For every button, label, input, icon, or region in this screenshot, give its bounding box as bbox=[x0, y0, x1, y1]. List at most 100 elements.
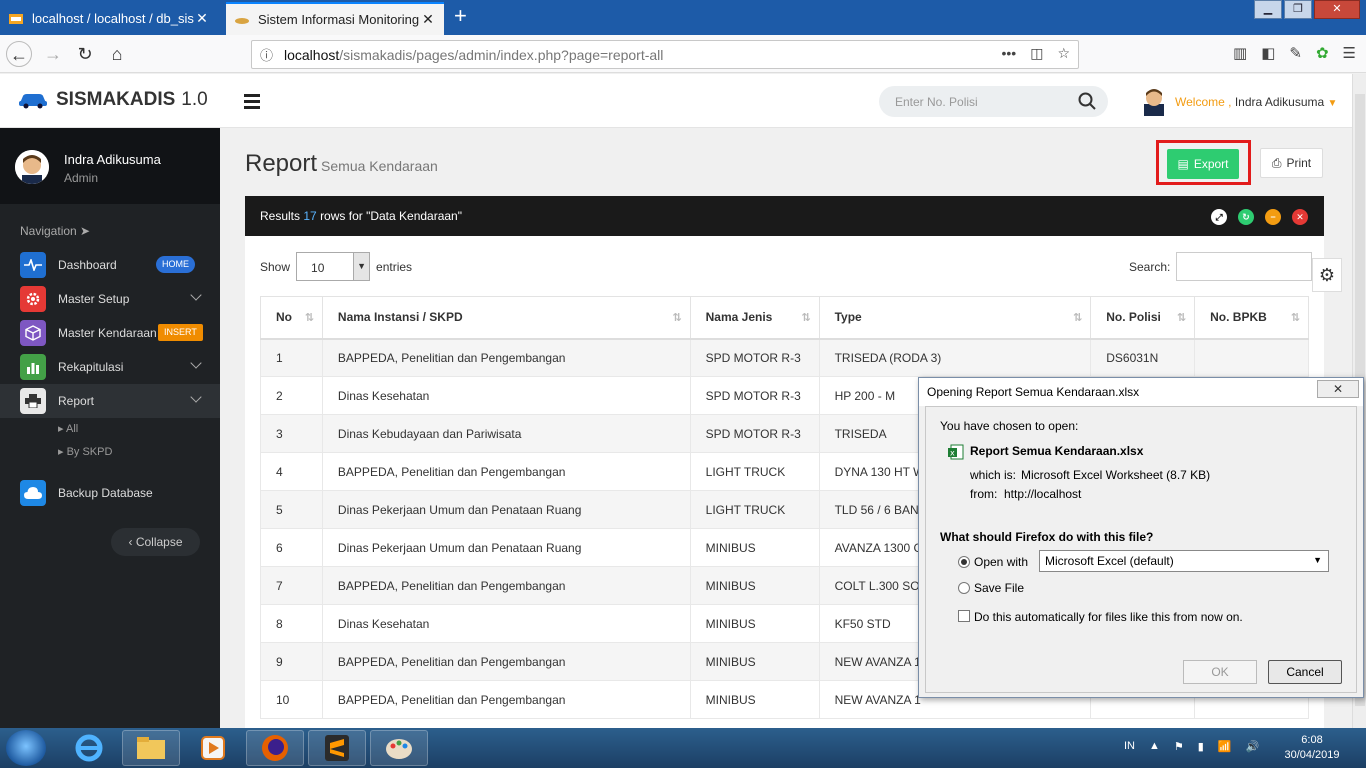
sidebar-item-master-kendaraan[interactable]: Master Kendaraan INSERT bbox=[0, 316, 220, 350]
ok-button[interactable]: OK bbox=[1183, 660, 1257, 684]
open-with-select[interactable]: Microsoft Excel (default) ▼ bbox=[1039, 550, 1329, 572]
expand-icon[interactable]: ⤢ bbox=[1211, 209, 1227, 225]
entries-select[interactable]: 10 ▼ bbox=[296, 252, 371, 281]
hamburger-icon[interactable] bbox=[244, 94, 260, 112]
bookmark-star-icon[interactable]: ☆ bbox=[1057, 45, 1070, 62]
forward-icon[interactable]: → bbox=[40, 41, 66, 67]
close-icon[interactable]: ✕ bbox=[194, 10, 210, 27]
sidebar-subitem-all[interactable]: ▸ All bbox=[58, 422, 220, 445]
minimize-icon[interactable]: ▁ bbox=[1254, 0, 1282, 19]
volume-icon[interactable]: 🔊 bbox=[1246, 740, 1260, 753]
column-header-type[interactable]: Type ⇅ bbox=[818, 296, 1092, 340]
column-header-no[interactable]: No ⇅ bbox=[260, 296, 323, 340]
print-button[interactable]: ⎙ Print bbox=[1260, 148, 1323, 178]
column-header-polisi[interactable]: No. Polisi ⇅ bbox=[1090, 296, 1196, 340]
table-cell: BAPPEDA, Penelitian dan Pengembangan bbox=[321, 642, 691, 681]
paint-icon[interactable] bbox=[370, 730, 428, 766]
sidebar-item-report[interactable]: Report bbox=[0, 384, 220, 418]
sidebar-profile: Indra Adikusuma Admin bbox=[0, 128, 220, 204]
window-close-icon[interactable]: ✕ bbox=[1314, 0, 1360, 19]
maximize-icon[interactable]: ❐ bbox=[1284, 0, 1312, 19]
back-icon[interactable]: ← bbox=[6, 41, 32, 67]
table-search-input[interactable] bbox=[1176, 252, 1313, 281]
sidebar-subitem-by-skpd[interactable]: ▸ By SKPD bbox=[58, 445, 220, 468]
internet-explorer-icon[interactable] bbox=[60, 730, 118, 766]
auto-checkbox[interactable] bbox=[958, 610, 970, 622]
report-submenu: ▸ All ▸ By SKPD bbox=[0, 418, 220, 476]
welcome-user-menu[interactable]: Welcome , Indra Adikusuma ▼ bbox=[1175, 95, 1337, 109]
home-icon[interactable]: ⌂ bbox=[104, 41, 130, 67]
table-cell: 8 bbox=[260, 604, 323, 643]
close-panel-icon[interactable]: ✕ bbox=[1292, 209, 1308, 225]
settings-gear-icon[interactable]: ⚙ bbox=[1312, 258, 1342, 292]
phpmyadmin-icon bbox=[9, 13, 23, 24]
table-row[interactable]: 1 BAPPEDA, Penelitian dan Pengembangan SPD… bbox=[260, 338, 1309, 377]
chevron-left-icon: ‹ bbox=[128, 535, 136, 549]
browser-tab-phpmyadmin[interactable]: localhost / localhost / db_sismak ✕ bbox=[0, 2, 218, 35]
column-header-jenis[interactable]: Nama Jenis ⇅ bbox=[689, 296, 820, 340]
signal-icon[interactable]: 📶 bbox=[1218, 740, 1232, 753]
pulse-icon bbox=[20, 252, 46, 278]
save-file-label[interactable]: Save File bbox=[974, 581, 1024, 595]
auto-checkbox-label[interactable]: Do this automatically for files like thi… bbox=[974, 610, 1243, 624]
sublime-text-icon[interactable] bbox=[308, 730, 366, 766]
dialog-close-icon[interactable]: ✕ bbox=[1317, 380, 1359, 398]
power-icon[interactable]: ▮ bbox=[1198, 740, 1204, 753]
table-cell: SPD MOTOR R-3 bbox=[689, 414, 820, 453]
url-path: /sismakadis/pages/admin/index.php?page=r… bbox=[339, 46, 664, 63]
police-number-search[interactable]: Enter No. Polisi bbox=[879, 86, 1108, 117]
library-icon[interactable]: ▥ bbox=[1233, 44, 1247, 62]
export-button[interactable]: ▤ Export bbox=[1167, 149, 1239, 179]
sidebar-item-backup-database[interactable]: Backup Database bbox=[0, 476, 220, 510]
table-cell: 3 bbox=[260, 414, 323, 453]
eyedropper-icon[interactable]: ✎ bbox=[1289, 44, 1302, 62]
browser-tab-sismakadis[interactable]: Sistem Informasi Monitoring A ✕ bbox=[226, 2, 444, 35]
sidebar-icon[interactable]: ◧ bbox=[1261, 44, 1275, 62]
table-cell: 5 bbox=[260, 490, 323, 529]
column-header-bpkb[interactable]: No. BPKB ⇅ bbox=[1194, 296, 1309, 340]
system-tray: IN ▲ ⚑ ▮ 📶 🔊 bbox=[1124, 740, 1259, 753]
save-file-radio[interactable] bbox=[958, 582, 970, 594]
refresh-icon[interactable]: ↻ bbox=[1238, 209, 1254, 225]
open-with-label[interactable]: Open with bbox=[974, 555, 1028, 569]
addon-icon[interactable]: ✿ bbox=[1316, 44, 1329, 62]
menu-icon[interactable]: ☰ bbox=[1343, 44, 1356, 62]
table-cell: 7 bbox=[260, 566, 323, 605]
table-cell: SPD MOTOR R-3 bbox=[689, 376, 820, 415]
firefox-icon[interactable] bbox=[246, 730, 304, 766]
language-indicator[interactable]: IN bbox=[1124, 740, 1135, 753]
home-badge: HOME bbox=[156, 256, 195, 273]
show-hidden-icons-icon[interactable]: ▲ bbox=[1149, 740, 1160, 753]
browser-nav-bar: ← → ↻ ⌂ ⓘ localhost /sismakadis/pages/ad… bbox=[0, 35, 1366, 73]
clock-date: 30/04/2019 bbox=[1284, 749, 1340, 761]
sidebar-item-master-setup[interactable]: Master Setup bbox=[0, 282, 220, 316]
app-brand[interactable]: SISMAKADIS 1.0 bbox=[18, 89, 208, 111]
network-error-icon[interactable]: ⚑ bbox=[1174, 740, 1184, 753]
page-actions-icon[interactable]: ••• bbox=[1001, 45, 1016, 62]
search-icon[interactable] bbox=[1078, 92, 1096, 110]
close-icon[interactable]: ✕ bbox=[420, 11, 436, 28]
media-player-icon[interactable] bbox=[184, 730, 242, 766]
reload-icon[interactable]: ↻ bbox=[72, 41, 98, 67]
start-button[interactable] bbox=[6, 730, 46, 766]
table-search: Search: bbox=[1129, 252, 1313, 281]
file-explorer-icon[interactable] bbox=[122, 730, 180, 766]
page-title: Report Semua Kendaraan bbox=[245, 150, 438, 177]
open-with-radio[interactable] bbox=[958, 556, 970, 568]
info-icon[interactable]: ⓘ bbox=[260, 45, 276, 64]
sidebar-item-dashboard[interactable]: Dashboard HOME bbox=[0, 248, 220, 282]
sidebar-item-rekapitulasi[interactable]: Rekapitulasi bbox=[0, 350, 220, 384]
pocket-icon[interactable]: ◫ bbox=[1030, 45, 1043, 62]
system-clock[interactable]: 6:08 30/04/2019 bbox=[1282, 733, 1342, 763]
url-bar[interactable]: ⓘ localhost /sismakadis/pages/admin/inde… bbox=[251, 40, 1079, 69]
table-cell: Dinas Pekerjaan Umum dan Penataan Ruang bbox=[321, 490, 691, 529]
minimize-panel-icon[interactable]: − bbox=[1265, 209, 1281, 225]
new-tab-icon[interactable]: + bbox=[454, 5, 467, 27]
file-type-value: Microsoft Excel Worksheet (8.7 KB) bbox=[1021, 468, 1211, 482]
column-header-instansi[interactable]: Nama Instansi / SKPD ⇅ bbox=[321, 296, 691, 340]
cancel-button[interactable]: Cancel bbox=[1268, 660, 1342, 684]
windows-taskbar: IN ▲ ⚑ ▮ 📶 🔊 6:08 30/04/2019 bbox=[0, 728, 1366, 768]
collapse-button[interactable]: ‹ Collapse bbox=[111, 528, 200, 556]
avatar[interactable] bbox=[1140, 86, 1168, 116]
excel-file-icon: ▤ bbox=[1177, 157, 1189, 171]
